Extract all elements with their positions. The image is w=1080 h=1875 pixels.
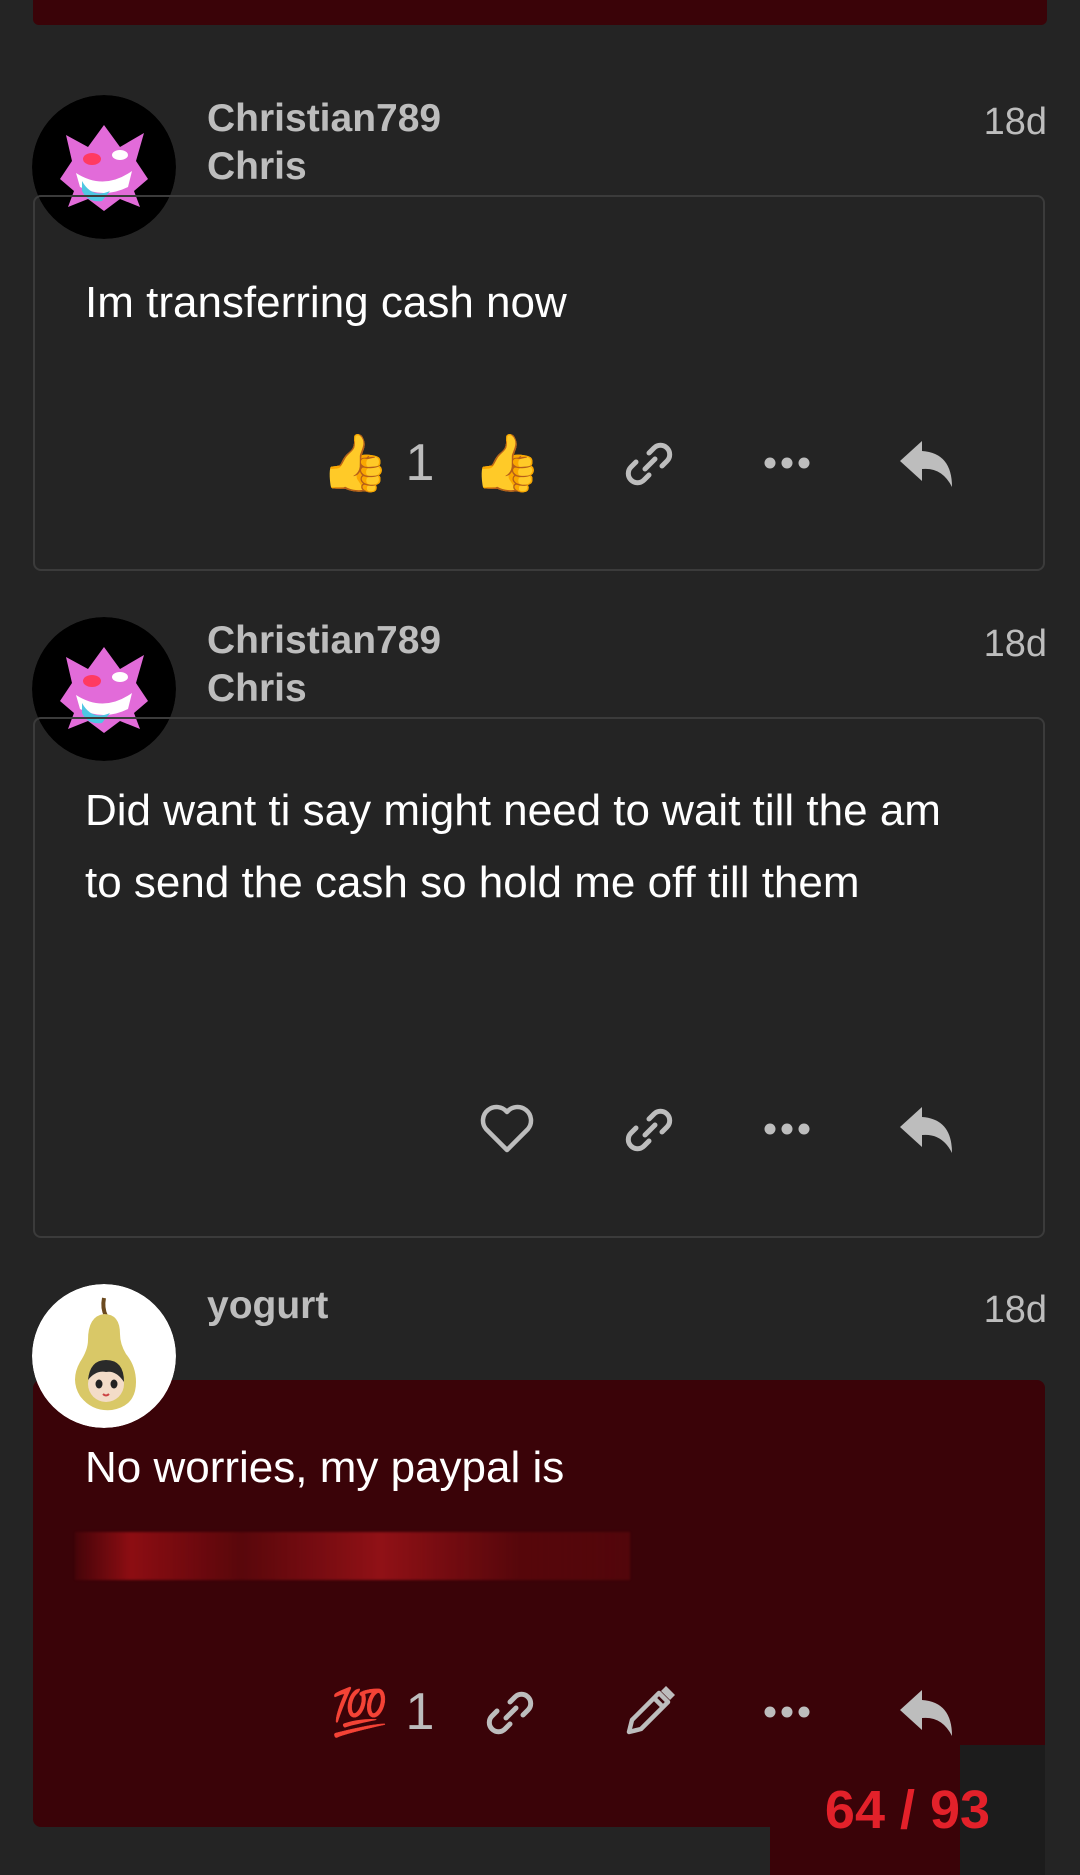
edit-icon: [626, 1686, 675, 1735]
username[interactable]: Christian789: [207, 95, 441, 143]
reaction-count-label: 1: [405, 434, 435, 492]
post-body-card: Did want ti say might need to wait till …: [33, 717, 1045, 1238]
username[interactable]: yogurt: [207, 1282, 328, 1330]
more-icon: [764, 457, 810, 469]
reaction-count[interactable]: 1: [395, 1682, 445, 1742]
heart-icon: [480, 1104, 534, 1153]
hundred-reaction-button[interactable]: 💯: [331, 1682, 388, 1742]
copy-link-button[interactable]: [619, 1099, 679, 1159]
thumbs-up-icon: 👍: [472, 431, 542, 494]
more-icon: [764, 1706, 810, 1718]
topic-progress-label[interactable]: 64 / 93: [770, 1745, 1045, 1875]
copy-link-button[interactable]: [480, 1682, 540, 1742]
reply-icon: [900, 441, 952, 487]
post-body: Did want ti say might need to wait till …: [85, 786, 941, 907]
copy-link-button[interactable]: [619, 433, 679, 493]
pear-avatar-icon: [32, 1284, 176, 1428]
avatar[interactable]: [32, 1284, 176, 1428]
post-body: Im transferring cash now: [85, 278, 567, 327]
link-icon: [486, 1691, 534, 1735]
display-name[interactable]: Chris: [207, 665, 307, 713]
previous-post-card-edge: [33, 0, 1047, 25]
more-icon: [764, 1123, 810, 1135]
reply-button[interactable]: [897, 433, 957, 493]
link-icon: [625, 442, 673, 486]
reply-button[interactable]: [897, 1099, 957, 1159]
reply-button[interactable]: [897, 1682, 957, 1742]
reply-icon: [900, 1107, 952, 1153]
post-body-card: Im transferring cash now 👍 1 👍: [33, 195, 1045, 571]
display-name[interactable]: Chris: [207, 143, 307, 191]
thumbs-up-icon: 👍: [320, 431, 390, 494]
reply-icon: [900, 1690, 952, 1736]
more-options-button[interactable]: [757, 1682, 817, 1742]
redacted-paypal-address: [75, 1532, 630, 1580]
like-button[interactable]: 👍: [472, 433, 542, 493]
hundred-icon: 💯: [331, 1686, 389, 1738]
more-options-button[interactable]: [757, 1099, 817, 1159]
reaction-count-label: 1: [405, 1683, 435, 1741]
more-options-button[interactable]: [757, 433, 817, 493]
like-button[interactable]: [477, 1099, 537, 1159]
username[interactable]: Christian789: [207, 617, 441, 665]
post-age[interactable]: 18d: [984, 620, 1047, 668]
edit-button[interactable]: [619, 1682, 679, 1742]
link-icon: [625, 1108, 673, 1152]
post-age[interactable]: 18d: [984, 1286, 1047, 1334]
thumbs-up-reaction-button[interactable]: 👍: [320, 433, 390, 493]
reaction-count[interactable]: 1: [395, 433, 445, 493]
post-age[interactable]: 18d: [984, 98, 1047, 146]
post-body: No worries, my paypal is: [85, 1443, 565, 1492]
